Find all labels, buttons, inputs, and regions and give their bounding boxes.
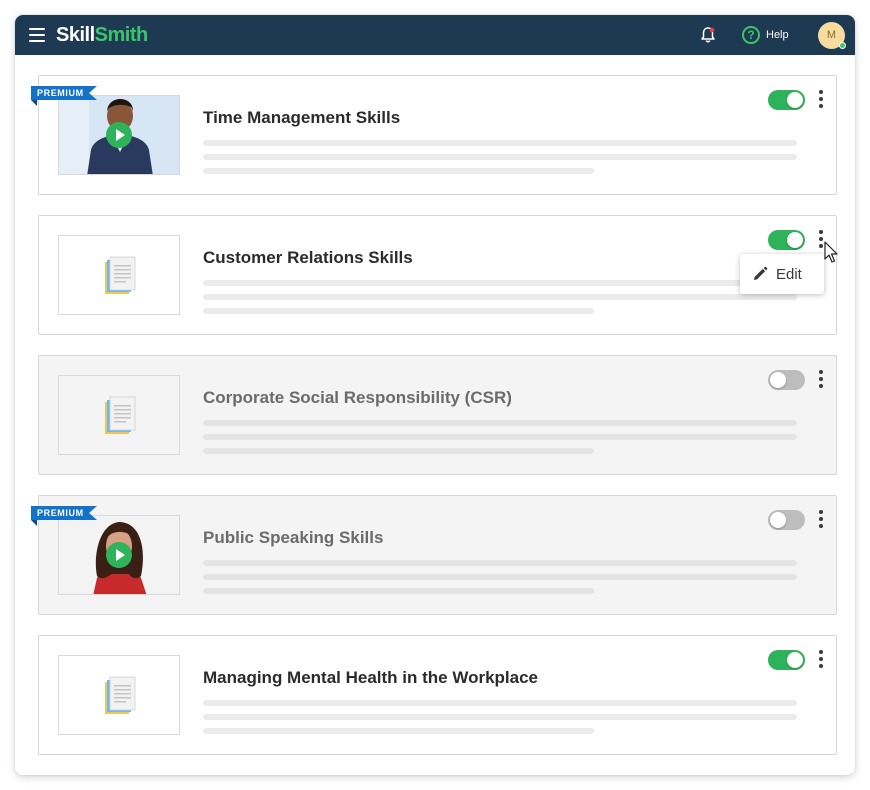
document-icon bbox=[105, 256, 136, 294]
mouse-cursor-icon bbox=[824, 241, 838, 263]
hamburger-menu-icon[interactable] bbox=[29, 28, 45, 42]
help-icon: ? bbox=[742, 26, 760, 44]
more-options-icon[interactable] bbox=[815, 510, 827, 530]
play-video-button[interactable] bbox=[106, 542, 132, 568]
course-title[interactable]: Customer Relations Skills bbox=[203, 248, 413, 268]
premium-badge: PREMIUM bbox=[31, 86, 97, 100]
course-document-thumbnail[interactable] bbox=[58, 655, 180, 735]
course-enabled-toggle[interactable] bbox=[768, 90, 805, 110]
more-options-icon[interactable] bbox=[815, 650, 827, 670]
description-placeholder-line bbox=[203, 294, 797, 300]
skillsmith-logo[interactable]: SkillSmith bbox=[56, 24, 148, 46]
description-placeholder-line bbox=[203, 574, 797, 580]
description-placeholder-line bbox=[203, 588, 594, 594]
course-video-thumbnail[interactable] bbox=[58, 515, 180, 595]
pencil-icon bbox=[754, 266, 768, 280]
online-status-dot bbox=[839, 42, 846, 49]
premium-badge: PREMIUM bbox=[31, 506, 97, 520]
premium-badge-fold bbox=[31, 100, 37, 106]
course-card[interactable]: Time Management Skills bbox=[38, 75, 837, 195]
edit-menu-item[interactable]: Edit bbox=[740, 254, 824, 294]
description-placeholder-line bbox=[203, 280, 797, 286]
course-title[interactable]: Public Speaking Skills bbox=[203, 528, 383, 548]
more-options-icon[interactable] bbox=[815, 90, 827, 110]
description-placeholder-line bbox=[203, 560, 797, 566]
description-placeholder-line bbox=[203, 308, 594, 314]
course-enabled-toggle[interactable] bbox=[768, 510, 805, 530]
course-card[interactable]: Managing Mental Health in the Workplace bbox=[38, 635, 837, 755]
document-icon bbox=[105, 676, 136, 714]
notification-bell-icon[interactable] bbox=[699, 26, 717, 44]
logo-part-smith: Smith bbox=[94, 24, 149, 46]
description-placeholder-line bbox=[203, 434, 797, 440]
description-placeholder-line bbox=[203, 700, 797, 706]
course-video-thumbnail[interactable] bbox=[58, 95, 180, 175]
edit-label: Edit bbox=[776, 266, 802, 283]
description-placeholder-line bbox=[203, 448, 594, 454]
course-title[interactable]: Managing Mental Health in the Workplace bbox=[203, 668, 538, 688]
course-document-thumbnail[interactable] bbox=[58, 375, 180, 455]
course-enabled-toggle[interactable] bbox=[768, 370, 805, 390]
top-bar: SkillSmith ? Help M bbox=[15, 15, 855, 55]
course-card[interactable]: Public Speaking Skills bbox=[38, 495, 837, 615]
course-card[interactable]: Corporate Social Responsibility (CSR) bbox=[38, 355, 837, 475]
course-enabled-toggle[interactable] bbox=[768, 650, 805, 670]
help-label: Help bbox=[766, 29, 789, 41]
description-placeholder-line bbox=[203, 140, 797, 146]
course-enabled-toggle[interactable] bbox=[768, 230, 805, 250]
avatar-initial: M bbox=[826, 29, 837, 41]
logo-part-skill: Skill bbox=[56, 24, 95, 46]
description-placeholder-line bbox=[203, 420, 797, 426]
user-avatar[interactable]: M bbox=[818, 22, 846, 49]
premium-badge-fold bbox=[31, 520, 37, 526]
play-video-button[interactable] bbox=[106, 122, 132, 148]
more-options-icon[interactable] bbox=[815, 370, 827, 390]
app-window: SkillSmith ? Help M Time Management Skil… bbox=[15, 15, 855, 775]
course-document-thumbnail[interactable] bbox=[58, 235, 180, 315]
course-card[interactable]: Customer Relations Skills bbox=[38, 215, 837, 335]
course-title[interactable]: Time Management Skills bbox=[203, 108, 400, 128]
description-placeholder-line bbox=[203, 168, 594, 174]
help-button[interactable]: ? Help bbox=[742, 25, 789, 45]
document-icon bbox=[105, 396, 136, 434]
description-placeholder-line bbox=[203, 154, 797, 160]
description-placeholder-line bbox=[203, 714, 797, 720]
description-placeholder-line bbox=[203, 728, 594, 734]
course-title[interactable]: Corporate Social Responsibility (CSR) bbox=[203, 388, 512, 408]
